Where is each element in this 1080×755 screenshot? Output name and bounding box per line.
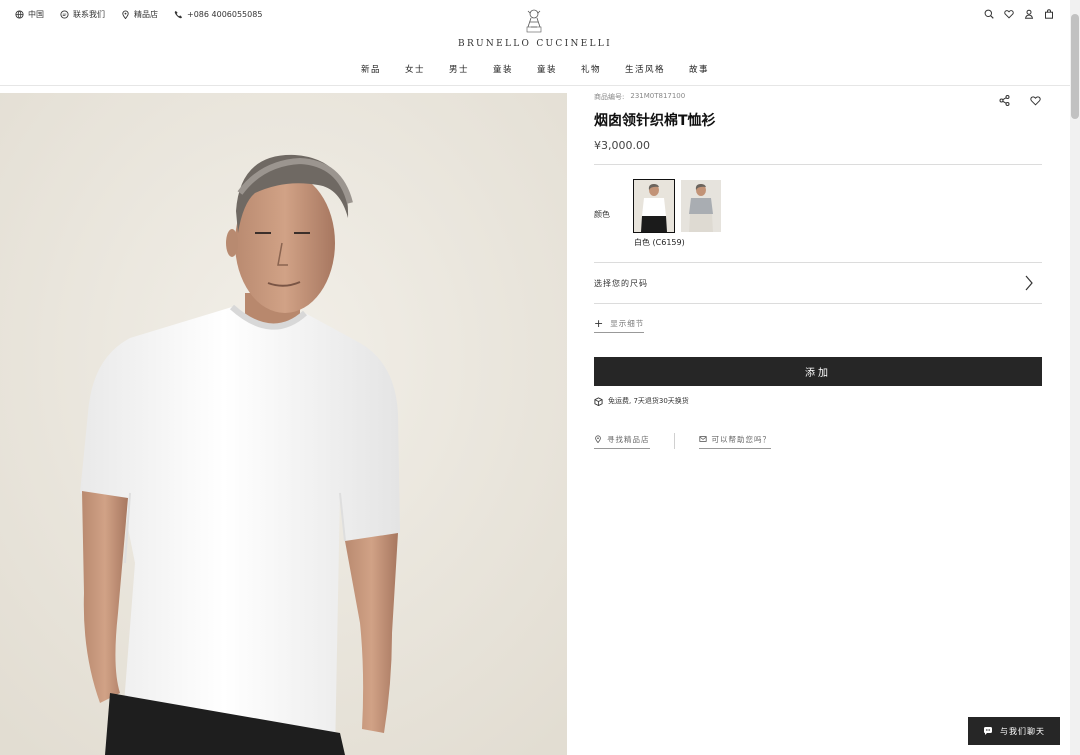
main-nav: 新品 女士 男士 童装 童装 礼物 生活风格 故事 bbox=[0, 63, 1070, 75]
contact-label: 联系我们 bbox=[73, 10, 105, 19]
size-selector[interactable]: 选择您的尺码 bbox=[594, 263, 1042, 303]
swatch-grey-image bbox=[681, 180, 721, 232]
phone-link[interactable]: +086 4006055085 bbox=[174, 10, 262, 19]
region-label: 中国 bbox=[28, 10, 44, 19]
size-divider bbox=[594, 303, 1042, 304]
sku-label: 商品编号: bbox=[594, 93, 625, 101]
show-details-toggle[interactable]: + 显示细节 bbox=[594, 316, 645, 333]
product-image[interactable] bbox=[0, 93, 567, 755]
globe-icon bbox=[15, 10, 24, 19]
header-divider bbox=[0, 85, 1070, 86]
brand-wordmark[interactable]: BRUNELLO CUCINELLI bbox=[0, 39, 1070, 49]
brand-crest-icon[interactable] bbox=[524, 7, 544, 33]
heart-icon bbox=[1030, 96, 1041, 106]
location-pin-icon bbox=[122, 10, 129, 19]
shopping-bag-icon bbox=[1045, 9, 1053, 19]
chat-button[interactable]: 与我们聊天 bbox=[968, 717, 1060, 745]
chat-bubble-icon bbox=[60, 10, 69, 19]
wishlist-button[interactable] bbox=[1004, 9, 1014, 19]
location-pin-icon bbox=[595, 435, 601, 443]
help-link[interactable]: 可以帮助您吗？ bbox=[698, 434, 771, 449]
product-title: 烟囱领针织棉T恤衫 bbox=[594, 113, 716, 129]
nav-item-women[interactable]: 女士 bbox=[393, 63, 437, 75]
shipping-note-text: 免运费, 7天退货30天换货 bbox=[608, 397, 689, 405]
color-swatch-white[interactable] bbox=[633, 179, 675, 233]
price-divider bbox=[594, 164, 1042, 165]
sku-row: 商品编号: 231M0T817100 bbox=[594, 92, 685, 102]
stores-label: 精品店 bbox=[134, 10, 158, 19]
chevron-right-icon bbox=[1025, 275, 1033, 291]
stores-link[interactable]: 精品店 bbox=[121, 9, 158, 20]
shipping-note: 免运费, 7天退货30天换货 bbox=[594, 396, 689, 406]
links-separator bbox=[673, 433, 675, 449]
phone-icon bbox=[174, 10, 183, 19]
nav-item-new[interactable]: 新品 bbox=[349, 63, 393, 75]
scrollbar-thumb[interactable] bbox=[1071, 14, 1079, 119]
sku-value: 231M0T817100 bbox=[630, 92, 686, 100]
nav-item-stories[interactable]: 故事 bbox=[677, 63, 721, 75]
find-store-link[interactable]: 寻找精品店 bbox=[594, 434, 650, 449]
model-photo bbox=[0, 93, 567, 755]
search-button[interactable] bbox=[984, 9, 994, 19]
nav-item-kids-1[interactable]: 童装 bbox=[481, 63, 525, 75]
product-price: ¥3,000.00 bbox=[594, 139, 650, 152]
nav-item-men[interactable]: 男士 bbox=[437, 63, 481, 75]
help-links: 寻找精品店 可以帮助您吗？ bbox=[594, 433, 771, 449]
utility-bar: 中国 联系我们 精品店 +086 4006055085 bbox=[15, 9, 262, 20]
nav-item-lifestyle[interactable]: 生活风格 bbox=[613, 63, 677, 75]
contact-link[interactable]: 联系我们 bbox=[60, 9, 105, 20]
mail-icon bbox=[698, 436, 707, 442]
phone-label: +086 4006055085 bbox=[187, 10, 263, 19]
color-swatch-grey[interactable] bbox=[681, 180, 721, 232]
plus-icon: + bbox=[594, 316, 605, 330]
search-icon bbox=[984, 9, 994, 19]
find-store-label: 寻找精品店 bbox=[607, 434, 650, 444]
help-label: 可以帮助您吗？ bbox=[711, 434, 771, 444]
add-to-wishlist-button[interactable] bbox=[1030, 91, 1041, 106]
details-label: 显示细节 bbox=[610, 319, 645, 328]
package-icon bbox=[594, 396, 603, 406]
swatch-white-image bbox=[634, 180, 674, 232]
size-selector-label: 选择您的尺码 bbox=[594, 278, 648, 288]
region-selector[interactable]: 中国 bbox=[15, 9, 44, 20]
nav-item-kids-2[interactable]: 童装 bbox=[525, 63, 569, 75]
user-icon bbox=[1024, 9, 1034, 19]
header-actions bbox=[984, 9, 1054, 19]
chat-label: 与我们聊天 bbox=[1000, 726, 1045, 736]
color-label: 颜色 bbox=[594, 210, 610, 219]
account-button[interactable] bbox=[1024, 9, 1034, 19]
nav-item-gifts[interactable]: 礼物 bbox=[569, 63, 613, 75]
share-button[interactable] bbox=[999, 91, 1010, 106]
share-icon bbox=[999, 95, 1010, 106]
selected-color-name: 白色 (C6159) bbox=[634, 238, 685, 247]
chat-bubble-icon bbox=[984, 727, 992, 735]
heart-icon bbox=[1004, 10, 1014, 19]
add-to-bag-button[interactable]: 添加 bbox=[594, 357, 1042, 386]
bag-button[interactable] bbox=[1044, 9, 1054, 19]
